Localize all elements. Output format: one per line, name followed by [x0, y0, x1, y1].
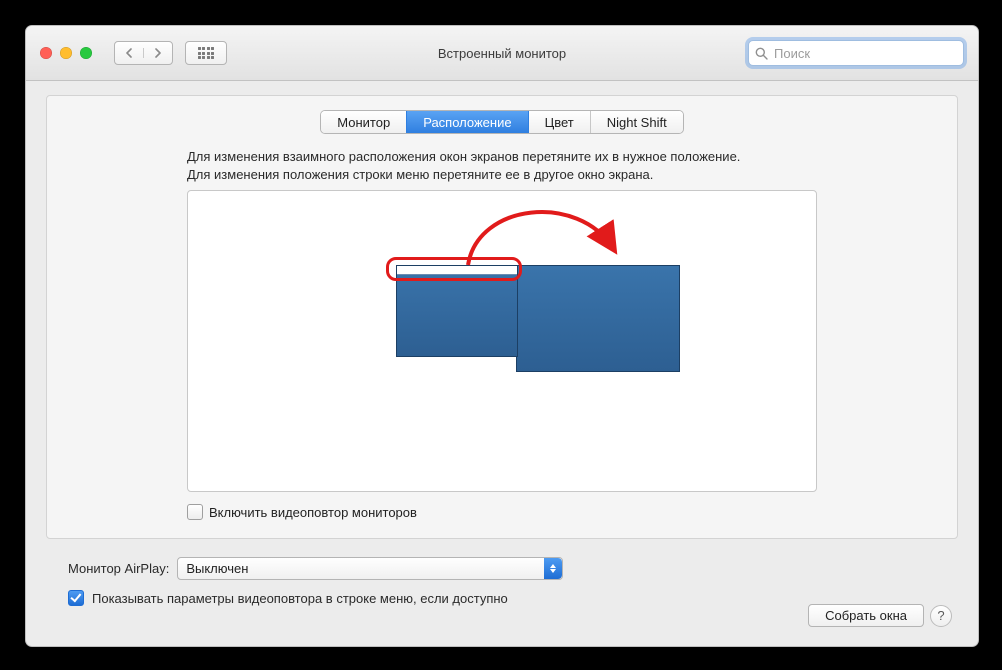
gather-windows-label: Собрать окна [825, 608, 907, 623]
secondary-display[interactable] [516, 265, 680, 372]
tab-color[interactable]: Цвет [528, 111, 590, 133]
nav-forward-button[interactable] [143, 48, 172, 58]
airplay-label: Монитор AirPlay: [68, 561, 169, 576]
tab-night-shift[interactable]: Night Shift [590, 111, 683, 133]
menubar-handle[interactable] [397, 266, 517, 275]
search-field[interactable] [748, 40, 964, 66]
airplay-value: Выключен [186, 561, 248, 576]
instruction-line-1: Для изменения взаимного расположения око… [187, 148, 817, 166]
window-titlebar: Встроенный монитор [26, 26, 978, 81]
nav-back-forward [114, 41, 173, 65]
chevron-left-icon [125, 48, 133, 58]
popup-arrows-icon [544, 558, 562, 579]
airplay-popup[interactable]: Выключен [177, 557, 563, 580]
tab-arrangement-label: Расположение [423, 115, 511, 130]
help-icon: ? [937, 608, 944, 623]
primary-display[interactable] [396, 265, 518, 357]
lower-controls: Монитор AirPlay: Выключен Показывать пар… [46, 557, 958, 606]
annotation-arrow [458, 193, 638, 273]
instructions-text: Для изменения взаимного расположения око… [47, 148, 957, 184]
tab-color-label: Цвет [545, 115, 574, 130]
show-in-menubar-label: Показывать параметры видеоповтора в стро… [92, 591, 508, 606]
minimize-window-button[interactable] [60, 47, 72, 59]
apps-grid-icon [198, 47, 215, 59]
mirror-displays-row: Включить видеоповтор мониторов [187, 504, 817, 520]
chevron-right-icon [154, 48, 162, 58]
tab-display[interactable]: Монитор [321, 111, 406, 133]
tab-night-shift-label: Night Shift [607, 115, 667, 130]
arrangement-panel: Монитор Расположение Цвет Night Shift Дл… [46, 95, 958, 539]
gather-windows-button[interactable]: Собрать окна [808, 604, 924, 627]
search-input[interactable] [772, 45, 957, 62]
bottom-right-controls: Собрать окна ? [808, 604, 952, 627]
close-window-button[interactable] [40, 47, 52, 59]
preferences-body: Монитор Расположение Цвет Night Shift Дл… [26, 81, 978, 647]
search-icon [755, 47, 768, 60]
show-in-menubar-row: Показывать параметры видеоповтора в стро… [68, 590, 936, 606]
preferences-window: Встроенный монитор Монитор Расположение … [25, 25, 979, 647]
airplay-row: Монитор AirPlay: Выключен [68, 557, 936, 580]
tab-display-label: Монитор [337, 115, 390, 130]
show-all-prefs-button[interactable] [185, 41, 227, 65]
mirror-displays-checkbox[interactable] [187, 504, 203, 520]
display-tabs: Монитор Расположение Цвет Night Shift [320, 110, 683, 134]
instruction-line-2: Для изменения положения строки меню пере… [187, 166, 817, 184]
displays-arrangement-canvas[interactable] [187, 190, 817, 492]
show-in-menubar-checkbox[interactable] [68, 590, 84, 606]
help-button[interactable]: ? [930, 605, 952, 627]
mirror-displays-label: Включить видеоповтор мониторов [209, 505, 417, 520]
zoom-window-button[interactable] [80, 47, 92, 59]
window-traffic-lights [40, 47, 92, 59]
nav-back-button[interactable] [115, 48, 143, 58]
tab-arrangement[interactable]: Расположение [406, 111, 527, 133]
